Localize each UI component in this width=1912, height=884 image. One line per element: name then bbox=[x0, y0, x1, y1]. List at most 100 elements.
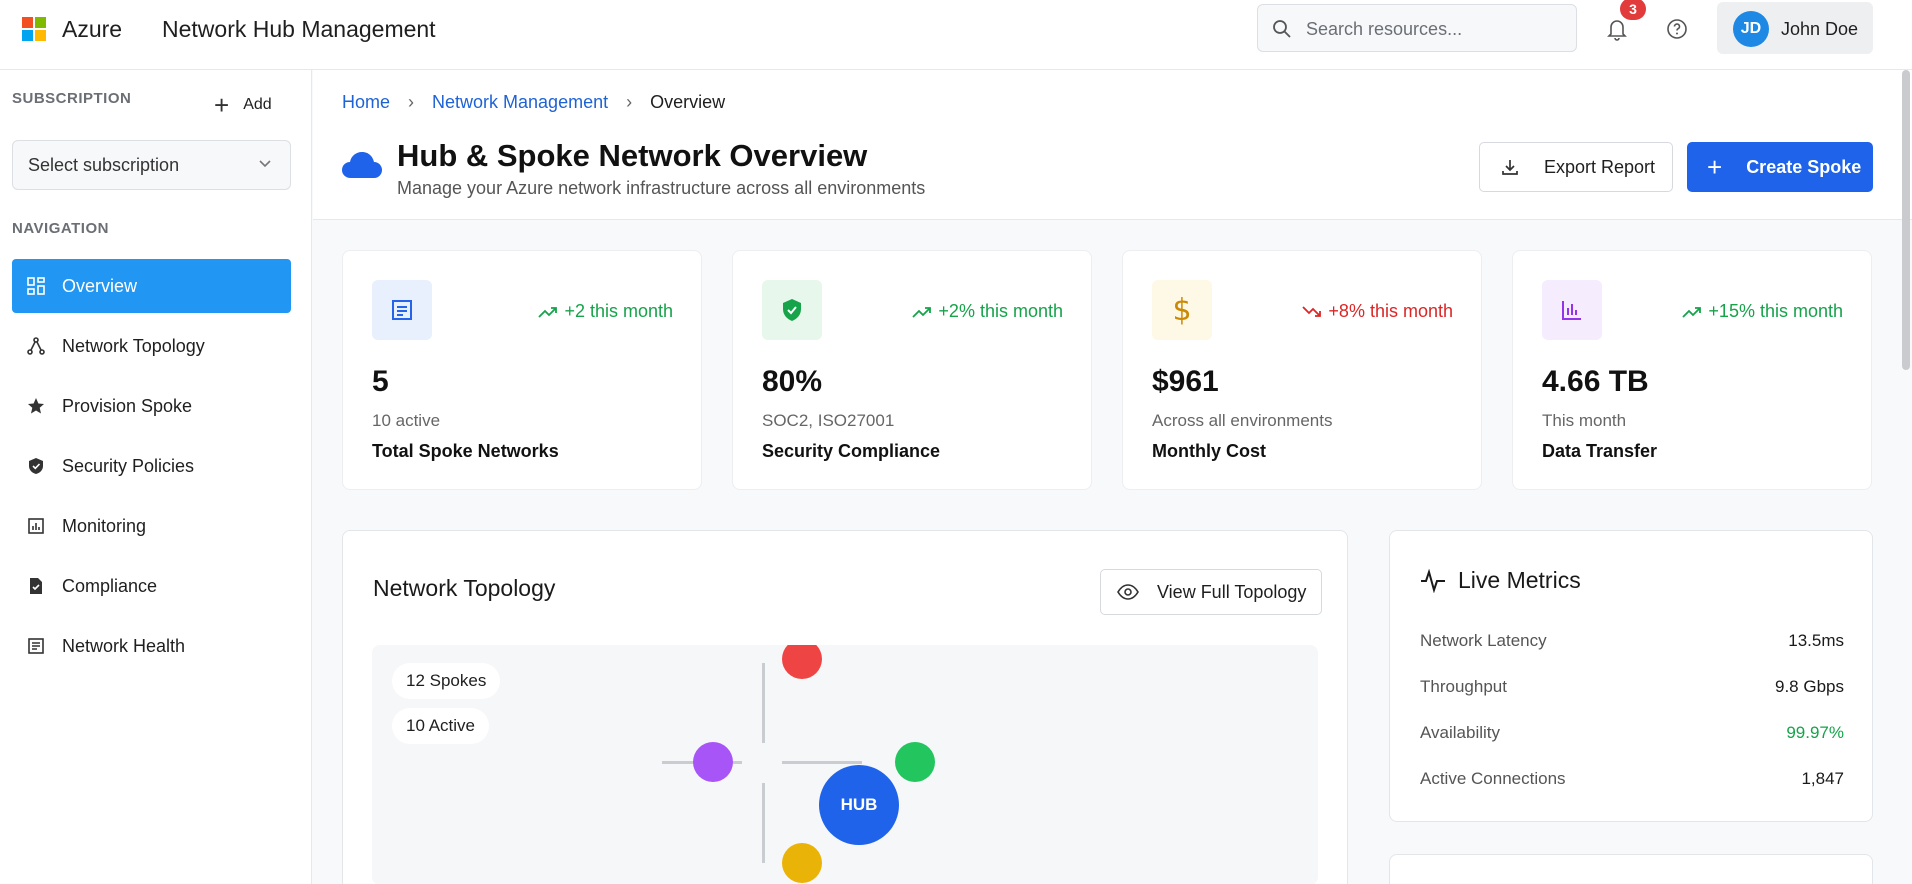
stat-value: 80% bbox=[762, 365, 823, 398]
metric-row: Active Connections 1,847 bbox=[1420, 769, 1844, 789]
nav-item-monitoring[interactable]: Monitoring bbox=[12, 499, 291, 553]
bell-icon[interactable] bbox=[1604, 16, 1630, 42]
metric-label: Throughput bbox=[1420, 677, 1507, 696]
nav-label: Compliance bbox=[62, 575, 158, 596]
chevron-right-icon: › bbox=[626, 92, 633, 112]
help-icon[interactable] bbox=[1664, 16, 1690, 42]
stat-card-security-compliance: +2% this month 80% SOC2, ISO27001 Securi… bbox=[732, 250, 1092, 490]
metric-row: Throughput 9.8 Gbps bbox=[1420, 677, 1844, 697]
create-spoke-button[interactable]: + Create Spoke bbox=[1687, 142, 1873, 192]
plus-icon: + bbox=[1707, 152, 1723, 182]
stat-label: Total Spoke Networks bbox=[372, 441, 559, 461]
page-header: Home › Network Management › Overview Hub… bbox=[313, 70, 1912, 220]
stat-value: 5 bbox=[372, 365, 389, 398]
hub-node[interactable]: HUB bbox=[819, 765, 899, 845]
panel-title: Network Topology bbox=[373, 575, 556, 601]
avatar: JD bbox=[1733, 11, 1769, 47]
search-input[interactable] bbox=[1306, 16, 1556, 42]
metric-label: Active Connections bbox=[1420, 769, 1566, 788]
stat-label: Monthly Cost bbox=[1152, 441, 1266, 461]
stat-card-spoke-networks: +2 this month 5 10 active Total Spoke Ne… bbox=[342, 250, 702, 490]
stat-label: Data Transfer bbox=[1542, 441, 1658, 461]
view-full-topology-button[interactable]: View Full Topology bbox=[1100, 569, 1322, 615]
app-title: Network Hub Management bbox=[162, 16, 436, 42]
nav-label: Network Topology bbox=[62, 335, 205, 356]
metric-value: 1,847 bbox=[1801, 769, 1844, 788]
user-menu[interactable]: JD John Doe bbox=[1717, 2, 1873, 54]
nav-label: Overview bbox=[62, 275, 138, 296]
trend-up-icon bbox=[1682, 306, 1702, 318]
microsoft-logo-icon bbox=[22, 17, 46, 41]
search-box[interactable] bbox=[1257, 4, 1577, 52]
trend-text: +15% this month bbox=[1708, 301, 1843, 321]
dollar-icon: $ bbox=[1152, 280, 1212, 340]
document-check-icon bbox=[30, 578, 42, 594]
connection-line bbox=[782, 761, 862, 764]
nav-item-overview[interactable]: Overview bbox=[12, 259, 291, 313]
spokes-pill: 12 Spokes bbox=[392, 663, 501, 699]
network-topology-panel: Network Topology View Full Topology 12 S… bbox=[342, 530, 1348, 884]
stat-card-data-transfer: +15% this month 4.66 TB This month Data … bbox=[1512, 250, 1872, 490]
stat-label: Security Compliance bbox=[762, 441, 941, 461]
sidebar: SUBSCRIPTION + Add Select subscription N… bbox=[0, 70, 312, 884]
create-label: Create Spoke bbox=[1746, 156, 1862, 177]
stat-card-monthly-cost: $ +8% this month $961 Across all environ… bbox=[1122, 250, 1482, 490]
metric-label: Availability bbox=[1420, 723, 1501, 742]
nav-item-network-topology[interactable]: Network Topology bbox=[12, 319, 291, 373]
trend-indicator: +8% this month bbox=[1302, 301, 1453, 322]
plus-icon: + bbox=[214, 90, 230, 120]
panel-title: Live Metrics bbox=[1458, 567, 1581, 593]
grid-icon bbox=[27, 277, 45, 295]
trend-text: +2% this month bbox=[938, 301, 1063, 321]
topology-icon bbox=[27, 337, 45, 355]
add-subscription-button[interactable]: + Add bbox=[214, 90, 272, 120]
nav-label: Monitoring bbox=[62, 515, 147, 536]
trend-up-icon bbox=[538, 306, 558, 318]
metric-label: Network Latency bbox=[1420, 631, 1547, 650]
stat-sub: Across all environments bbox=[1152, 411, 1333, 430]
stat-sub: SOC2, ISO27001 bbox=[762, 411, 895, 430]
breadcrumb-network-management[interactable]: Network Management bbox=[432, 92, 608, 113]
spoke-node-yellow[interactable] bbox=[782, 843, 822, 883]
view-label: View Full Topology bbox=[1157, 581, 1307, 602]
nav-item-provision-spoke[interactable]: Provision Spoke bbox=[12, 379, 291, 433]
nav-item-network-health[interactable]: Network Health bbox=[12, 619, 291, 673]
trend-text: +8% this month bbox=[1328, 301, 1453, 321]
spoke-node-purple[interactable] bbox=[693, 742, 733, 782]
search-icon bbox=[1273, 20, 1291, 38]
nav-item-security-policies[interactable]: Security Policies bbox=[12, 439, 291, 493]
export-report-button[interactable]: Export Report bbox=[1479, 142, 1673, 192]
stat-value: 4.66 TB bbox=[1542, 365, 1649, 398]
nav-label: Network Health bbox=[62, 635, 186, 656]
notification-badge: 3 bbox=[1620, 0, 1646, 20]
trend-text: +2 this month bbox=[564, 301, 673, 321]
add-label: Add bbox=[243, 96, 272, 113]
cloud-icon bbox=[342, 152, 382, 178]
breadcrumb-current: Overview bbox=[650, 92, 726, 112]
subscription-select[interactable]: Select subscription bbox=[12, 140, 291, 190]
stat-value: $961 bbox=[1152, 365, 1219, 398]
list-icon bbox=[28, 638, 44, 654]
breadcrumb-home[interactable]: Home bbox=[342, 92, 390, 113]
document-icon bbox=[372, 280, 432, 340]
live-metrics-panel: Live Metrics Network Latency 13.5ms Thro… bbox=[1389, 530, 1873, 822]
page-scrollbar[interactable] bbox=[1902, 70, 1910, 370]
trend-indicator: +15% this month bbox=[1682, 301, 1843, 322]
chevron-down-icon bbox=[259, 160, 271, 168]
brand-name: Azure bbox=[62, 16, 123, 42]
main-content: Home › Network Management › Overview Hub… bbox=[313, 70, 1912, 884]
subscription-label: SUBSCRIPTION bbox=[12, 90, 132, 107]
trend-up-icon bbox=[912, 306, 932, 318]
metric-value: 99.97% bbox=[1786, 723, 1844, 742]
topology-canvas[interactable]: 12 Spokes 10 Active HUB bbox=[372, 645, 1318, 884]
eye-icon bbox=[1117, 584, 1139, 600]
chevron-right-icon: › bbox=[408, 92, 415, 112]
metric-row: Network Latency 13.5ms bbox=[1420, 631, 1844, 651]
user-name: John Doe bbox=[1781, 19, 1859, 39]
connection-line bbox=[762, 783, 765, 863]
shield-check-icon bbox=[762, 280, 822, 340]
spoke-node-green[interactable] bbox=[895, 742, 935, 782]
nav-item-compliance[interactable]: Compliance bbox=[12, 559, 291, 613]
spoke-node-red[interactable] bbox=[782, 645, 822, 679]
page-subtitle: Manage your Azure network infrastructure… bbox=[397, 178, 926, 198]
